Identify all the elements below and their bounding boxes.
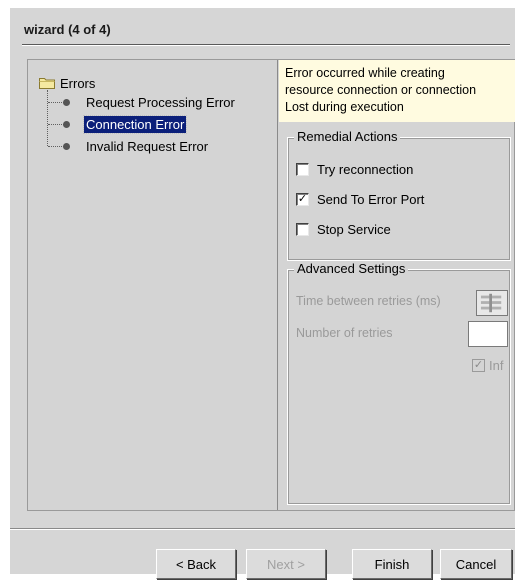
send-to-error-port-label: Send To Error Port: [317, 191, 425, 207]
tree-item-request-processing-error[interactable]: Request Processing Error: [48, 93, 237, 111]
try-reconnection-checkbox[interactable]: [296, 162, 309, 176]
time-picker-icon[interactable]: [476, 290, 508, 316]
inf-option[interactable]: ✓ Inf: [472, 356, 503, 374]
tree-item-label: Request Processing Error: [86, 94, 235, 110]
send-to-error-port-option[interactable]: ✓ Send To Error Port: [296, 190, 424, 208]
error-tree: Errors Request Processing Error Connecti…: [28, 60, 278, 510]
bullet-icon: [63, 120, 70, 128]
tree-item-connection-error[interactable]: Connection Error: [48, 114, 188, 134]
stop-service-option[interactable]: Stop Service: [296, 220, 391, 238]
next-button[interactable]: Next >: [246, 549, 326, 579]
tree-item-label: Invalid Request Error: [86, 138, 209, 154]
try-reconnection-option[interactable]: Try reconnection: [296, 160, 413, 178]
wizard-dialog: wizard (4 of 4) Errors Request Processin…: [10, 8, 515, 579]
time-between-retries-label: Time between retries (ms): [296, 294, 441, 308]
description-line-3: Lost during execution: [285, 100, 404, 114]
tree-item-invalid-request-error[interactable]: Invalid Request Error: [48, 137, 210, 155]
button-divider: [10, 528, 515, 530]
description-line-2: resource connection or connection: [285, 83, 477, 97]
cancel-button[interactable]: Cancel: [440, 549, 512, 579]
stop-service-checkbox[interactable]: [296, 222, 309, 236]
number-of-retries-input[interactable]: [468, 321, 508, 347]
tree-item-label: Connection Error: [82, 114, 188, 134]
stop-service-label: Stop Service: [317, 221, 391, 237]
error-settings-panel: Error occurred while creating resource c…: [279, 60, 515, 510]
inf-checkbox[interactable]: ✓: [472, 358, 485, 372]
inf-label: Inf: [489, 357, 504, 373]
tree-root-label: Errors: [60, 75, 96, 91]
send-to-error-port-checkbox[interactable]: ✓: [296, 192, 309, 206]
wizard-title: wizard (4 of 4): [24, 22, 111, 37]
finish-button[interactable]: Finish: [352, 549, 432, 579]
back-button[interactable]: < Back: [156, 549, 236, 579]
advanced-settings-title: Advanced Settings: [294, 261, 409, 276]
folder-icon: [39, 78, 55, 89]
remedial-actions-group: Remedial Actions Try reconnection ✓ Send…: [287, 129, 511, 261]
error-description: Error occurred while creating resource c…: [279, 60, 515, 122]
title-divider: [22, 44, 510, 46]
bullet-icon: [63, 142, 70, 150]
try-reconnection-label: Try reconnection: [317, 161, 414, 177]
number-of-retries-label: Number of retries: [296, 326, 393, 340]
tree-root-errors[interactable]: Errors: [39, 75, 97, 91]
remedial-actions-title: Remedial Actions: [294, 129, 401, 144]
wizard-content: Errors Request Processing Error Connecti…: [27, 59, 515, 511]
description-line-1: Error occurred while creating: [285, 66, 445, 80]
bullet-icon: [63, 98, 70, 106]
advanced-settings-group: Advanced Settings Time between retries (…: [287, 261, 511, 505]
